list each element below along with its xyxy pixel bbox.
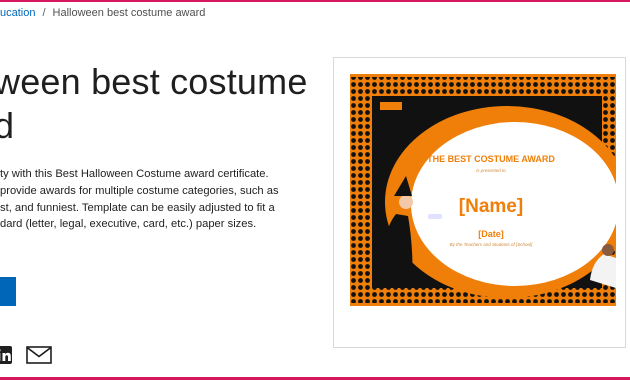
description-line-3: st, and funniest. Template can be easily… [0,201,275,214]
open-template-button[interactable] [0,277,16,306]
template-description: ty with this Best Halloween Costume awar… [0,166,312,233]
certificate-thumbnail: THE BEST COSTUME AWARD is presented to [… [350,74,616,306]
description-line-4: dard (letter, legal, executive, card, et… [0,218,257,231]
certificate-name-placeholder: [Name] [458,196,524,217]
page-title-line-1: ween best costume [0,61,308,102]
linkedin-icon[interactable] [0,346,16,364]
template-preview[interactable]: THE BEST COSTUME AWARD is presented to [… [333,57,626,348]
top-accent-border [0,0,630,2]
certificate-presented-by: By the Teachers and Students of [School] [449,242,533,247]
mail-icon[interactable] [26,346,52,364]
breadcrumb-parent-link[interactable]: ucation [0,7,35,19]
certificate-presented-to: is presented to [476,168,506,173]
description-line-2: provide awards for multiple costume cate… [0,184,279,197]
breadcrumb-separator: / [42,7,46,19]
share-bar [0,346,52,364]
page-title-line-2: d [0,105,15,146]
breadcrumb: ucation / Halloween best costume award [0,7,205,19]
certificate-date-placeholder: [Date] [478,229,504,239]
certificate-heading: THE BEST COSTUME AWARD [427,154,555,164]
breadcrumb-current: Halloween best costume award [52,7,206,19]
page-title: ween best costume d [0,60,314,148]
description-line-1: ty with this Best Halloween Costume awar… [0,168,269,180]
